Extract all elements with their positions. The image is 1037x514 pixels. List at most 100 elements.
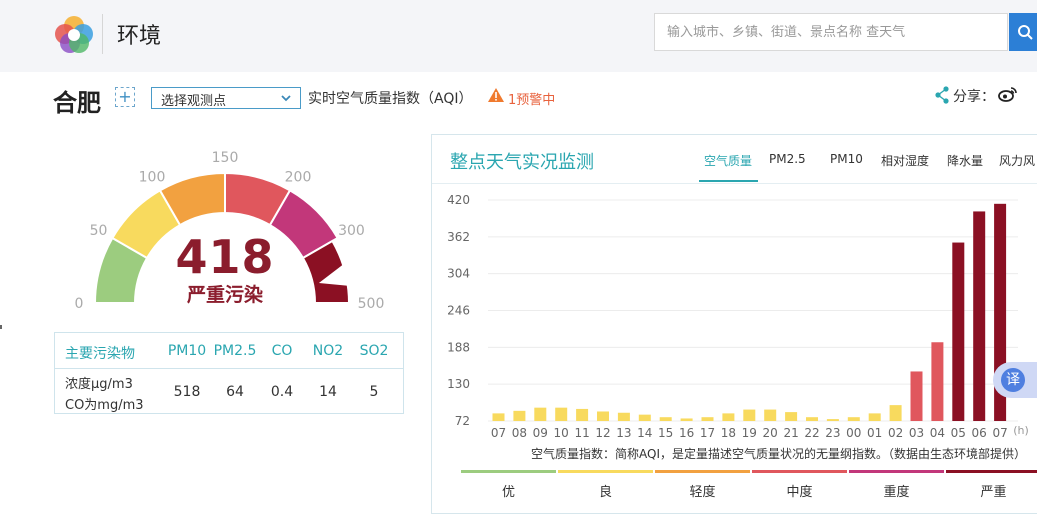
legend-color-bar (946, 470, 1037, 473)
share-label: 分享： (953, 89, 995, 105)
tab-pm10[interactable]: PM10 (830, 152, 863, 166)
y-tick-label: 304 (447, 267, 470, 281)
weibo-icon[interactable] (998, 85, 1018, 103)
x-tick-label: 11 (574, 426, 589, 440)
tab-humidity[interactable]: 相对湿度 (881, 152, 929, 169)
aqi-bar[interactable] (973, 211, 986, 421)
y-tick-label: 420 (447, 193, 470, 207)
gauge-tick-label: 500 (358, 296, 385, 312)
aqi-bar[interactable] (492, 413, 505, 421)
aqi-bar[interactable] (576, 408, 589, 421)
station-select-value: 选择观测点 (161, 94, 227, 109)
aqi-bar[interactable] (764, 409, 777, 421)
aqi-bar[interactable] (513, 410, 526, 421)
x-tick-label: 17 (700, 426, 715, 440)
aqi-note: 空气质量指数：简称AQI，是定量描述空气质量状况的无量纲指数。（数据由生态环境部… (531, 447, 1026, 461)
logo-icon[interactable] (52, 12, 96, 56)
aqi-bar[interactable] (785, 412, 798, 421)
chevron-down-icon (281, 95, 291, 102)
x-tick-label: 00 (846, 426, 861, 440)
aqi-bar[interactable] (847, 417, 860, 421)
aqi-bar[interactable] (555, 407, 568, 421)
tab-precipitation[interactable]: 降水量 (947, 152, 983, 169)
aqi-bar[interactable] (722, 413, 735, 421)
aqi-bar[interactable] (743, 409, 756, 421)
monitor-title: 整点天气实况监测 (450, 152, 594, 173)
aqi-bar[interactable] (826, 419, 839, 421)
pollutant-row-label: 浓度μg/m3 (65, 377, 133, 392)
aqi-bar[interactable] (806, 417, 818, 421)
aqi-bar[interactable] (889, 405, 902, 421)
x-tick-label: 03 (909, 426, 924, 440)
legend-color-bar (849, 470, 944, 473)
x-tick-label: 16 (679, 426, 694, 440)
aqi-bar[interactable] (931, 342, 944, 421)
aqi-bar-chart: 72 130 188 246 304 362 420 07 08 09 10 11 12 13 14 15 16… (447, 193, 1029, 440)
legend-color-bar (461, 470, 556, 473)
y-tick-label: 72 (455, 414, 470, 428)
pollutant-table: 主要污染物 PM10 PM2.5 CO NO2 SO2 浓度μg/m3 CO为m… (54, 332, 404, 414)
tab-aqi[interactable]: 空气质量 (704, 152, 752, 169)
x-tick-label: 01 (867, 426, 882, 440)
x-tick-label: 20 (763, 426, 778, 440)
x-tick-label: 04 (930, 426, 945, 440)
x-tick-label: 09 (533, 426, 548, 440)
aqi-bar[interactable] (534, 407, 547, 421)
warning-icon[interactable] (487, 87, 505, 103)
search-button[interactable] (1009, 13, 1037, 51)
search-input[interactable] (655, 14, 1007, 50)
app-title: 环境 (117, 24, 162, 49)
warning-link[interactable]: 1预警中 (508, 89, 555, 108)
edge-marker (0, 325, 2, 329)
aqi-bar[interactable] (701, 417, 714, 421)
aqi-bar[interactable] (868, 413, 881, 421)
translate-label: 译 (1001, 368, 1025, 392)
pollutant-value: 0.4 (270, 384, 294, 400)
y-tick-label: 188 (447, 340, 470, 354)
x-tick-label: 22 (804, 426, 819, 440)
aqi-bar[interactable] (680, 418, 693, 421)
pollutant-row-label: CO为mg/m3 (65, 398, 144, 413)
legend-label: 良 (598, 485, 612, 500)
legend-label: 中度 (786, 485, 813, 500)
tab-wind[interactable]: 风力风 (999, 152, 1035, 169)
panel-divider (432, 183, 1037, 184)
translate-button[interactable]: 译 (993, 362, 1037, 398)
aqi-bar[interactable] (597, 411, 609, 421)
tab-pm25[interactable]: PM2.5 (769, 152, 806, 166)
legend-label: 严重 (980, 485, 1007, 500)
station-select[interactable]: 选择观测点 (151, 87, 301, 109)
x-tick-label: 07 (992, 426, 1007, 440)
x-tick-label: 05 (951, 426, 966, 440)
gauge-tick-label: 300 (338, 223, 365, 239)
y-tick-label: 130 (447, 377, 470, 391)
x-tick-label: 06 (972, 426, 987, 440)
aqi-caption: 实时空气质量指数（AQI） (308, 91, 473, 107)
pollutant-name: PM2.5 (213, 343, 257, 359)
x-tick-label: 14 (637, 426, 652, 440)
aqi-bar[interactable] (952, 242, 965, 421)
pollutant-header-row: 主要污染物 PM10 PM2.5 CO NO2 SO2 (55, 333, 403, 369)
aqi-bar[interactable] (617, 412, 630, 421)
search-icon (1018, 25, 1033, 40)
x-tick-label: 15 (658, 426, 673, 440)
aqi-bar[interactable] (659, 417, 672, 421)
legend-label: 重度 (883, 485, 910, 500)
x-tick-label: 19 (742, 426, 757, 440)
pollutant-name: SO2 (359, 343, 389, 359)
pollutant-header-label: 主要污染物 (65, 346, 135, 362)
pollutant-name: PM10 (167, 343, 207, 359)
aqi-value: 418 (175, 230, 275, 284)
legend-color-bar (752, 470, 847, 473)
aqi-bar[interactable] (638, 414, 651, 421)
gauge-tick-label: 0 (75, 296, 84, 312)
aqi-bar[interactable] (910, 371, 923, 421)
legend-label: 轻度 (689, 485, 716, 500)
share-icon[interactable] (934, 86, 950, 104)
x-tick-label: 08 (512, 426, 527, 440)
legend-color-bar (558, 470, 653, 473)
search-box (654, 13, 1008, 51)
add-city-button[interactable]: + (115, 87, 135, 107)
x-tick-label: 18 (721, 426, 736, 440)
gauge-tick-label: 50 (90, 223, 108, 239)
